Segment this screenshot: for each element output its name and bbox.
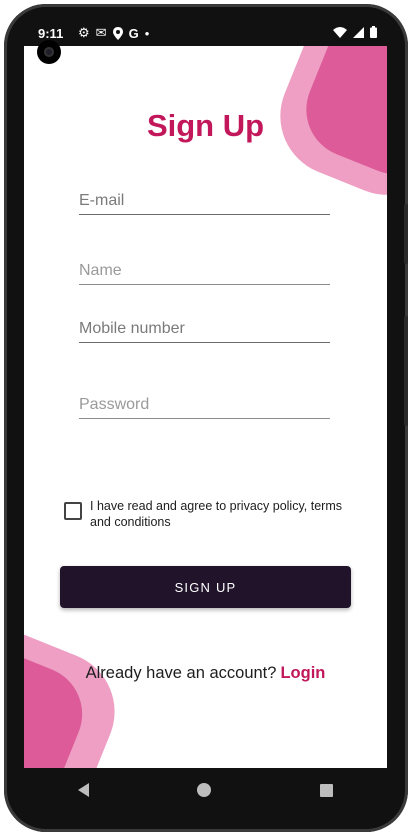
signal-icon [353,26,364,38]
mobile-field[interactable] [79,320,330,343]
email-field-wrapper [79,192,330,215]
password-field[interactable] [79,396,330,419]
agreement-label: I have read and agree to privacy policy,… [90,499,342,529]
gmail-icon: ✉ [95,25,107,40]
status-bar: 9:11 ⚙ ✉ G • [24,22,387,46]
location-icon [112,26,123,40]
email-field[interactable] [79,192,330,215]
password-field-wrapper [79,396,330,419]
name-field[interactable] [79,262,330,285]
navigation-bar [24,768,387,812]
volume-button [404,204,408,264]
front-camera [37,40,61,64]
page-title: Sign Up [146,108,265,143]
power-button [404,316,408,426]
app-screen: Sign Up I have read and agree to privacy… [24,46,387,768]
signup-button[interactable]: SIGN UP [60,566,351,608]
back-icon[interactable] [78,783,90,797]
login-link[interactable]: Login [280,664,325,682]
battery-icon [370,26,377,38]
name-field-wrapper [79,262,330,285]
login-prompt: Already have an account? Login [24,664,387,683]
agreement-row: I have read and agree to privacy policy,… [64,498,364,530]
wifi-icon [333,26,347,38]
recents-icon[interactable] [319,783,333,797]
login-prompt-text: Already have an account? [85,664,277,682]
status-time: 9:11 [38,26,64,41]
dot-icon: • [144,25,150,41]
agreement-checkbox[interactable] [64,502,82,520]
home-icon[interactable] [197,783,212,797]
mobile-field-wrapper [79,320,330,343]
google-icon: G [128,25,139,41]
settings-icon: ⚙ [78,25,90,40]
